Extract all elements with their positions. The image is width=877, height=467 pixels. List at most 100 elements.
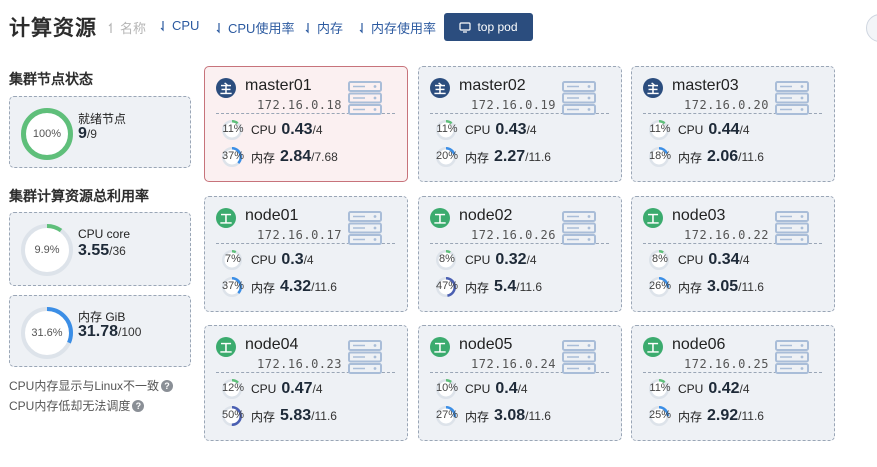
help-icon[interactable]: ? xyxy=(132,399,145,412)
memory-total: /11.6 xyxy=(525,409,551,423)
help-icon[interactable]: ? xyxy=(161,379,174,392)
memory-usage-ring: 37% xyxy=(221,146,245,168)
cpu-usage-pct: 12% xyxy=(221,382,245,394)
note-linux-mismatch[interactable]: CPU内存显示与Linux不一致 ? xyxy=(9,377,174,394)
sort-by-name-label: 名称 xyxy=(120,21,147,36)
sort-by-cpu-usage-label: CPU使用率 xyxy=(228,21,295,36)
sort-by-memory-usage-label: 内存使用率 xyxy=(371,21,437,36)
cpu-usage-pct: 11% xyxy=(649,123,671,135)
sort-by-cpu[interactable]: CPU xyxy=(160,18,199,33)
cpu-metric: 8% CPU 0.32/4 xyxy=(435,249,537,271)
memory-total: /11.6 xyxy=(311,409,337,423)
node-name[interactable]: node04 xyxy=(245,336,298,354)
memory-usage-pct: 47% xyxy=(435,280,459,292)
memory-label: 内存 xyxy=(251,150,276,165)
monitor-icon xyxy=(459,21,472,33)
sort-by-memory-label: 内存 xyxy=(317,21,344,36)
memory-total: /11.6 xyxy=(738,409,764,423)
node-card-master03[interactable]: 主 master03 172.16.0.20 11% CPU 0.44/4 18% 内存 2.0… xyxy=(631,66,835,182)
note-cannot-schedule[interactable]: CPU内存低却无法调度 ? xyxy=(9,397,145,414)
memory-metric: 27% 内存 3.08/11.6 xyxy=(435,405,551,427)
server-icon xyxy=(348,81,382,115)
node-name[interactable]: node03 xyxy=(672,207,725,225)
cpu-used: 0.34 xyxy=(708,251,740,268)
cpu-usage-ring: 11% xyxy=(221,119,245,141)
cpu-usage-ring: 12% xyxy=(221,378,245,400)
cpu-total: /4 xyxy=(526,253,537,267)
cpu-usage-pct: 11% xyxy=(649,382,671,394)
memory-usage-ring: 20% xyxy=(435,146,459,168)
cpu-total: /4 xyxy=(739,123,750,137)
cpu-core-total: /36 xyxy=(109,244,126,258)
node-type-badge: 工 xyxy=(430,337,450,357)
memory-label: 内存 xyxy=(465,280,490,295)
memory-usage-ring: 27% xyxy=(435,405,459,427)
node-card-node05[interactable]: 工 node05 172.16.0.24 10% CPU 0.4/4 27% 内存 3.08/1… xyxy=(418,325,622,441)
cpu-total: /4 xyxy=(312,123,323,137)
cpu-total: /4 xyxy=(517,382,528,396)
sort-by-cpu-usage[interactable]: CPU使用率 xyxy=(216,18,294,37)
server-icon xyxy=(562,340,596,374)
sort-by-name[interactable]: 名称 xyxy=(108,18,146,37)
server-icon xyxy=(775,81,809,115)
cpu-total: /4 xyxy=(312,382,323,396)
server-icon xyxy=(562,81,596,115)
node-name[interactable]: node02 xyxy=(459,207,512,225)
cpu-metric: 11% CPU 0.42/4 xyxy=(648,378,750,400)
cpu-metric: 11% CPU 0.43/4 xyxy=(435,119,537,141)
cpu-usage-ring: 10% xyxy=(435,378,459,400)
cpu-usage-pct: 11% xyxy=(222,123,244,135)
memory-usage-ring: 50% xyxy=(221,405,245,427)
cpu-used: 0.3 xyxy=(281,251,304,268)
memory-label: 内存 xyxy=(465,150,490,165)
cpu-label: CPU xyxy=(251,253,277,267)
node-card-node04[interactable]: 工 node04 172.16.0.23 12% CPU 0.47/4 50% 内存 5.83/… xyxy=(204,325,408,441)
cpu-metric: 12% CPU 0.47/4 xyxy=(221,378,323,400)
node-type-badge: 主 xyxy=(216,78,236,98)
cpu-total: /4 xyxy=(739,253,750,267)
cpu-total: /4 xyxy=(526,123,537,137)
cpu-usage-pct: 11% xyxy=(436,123,458,135)
memory-metric: 26% 内存 3.05/11.6 xyxy=(648,276,764,298)
memory-total: /11.6 xyxy=(738,150,764,164)
node-name[interactable]: node01 xyxy=(245,207,298,225)
node-card-node03[interactable]: 工 node03 172.16.0.22 8% CPU 0.34/4 26% 内存 3.05/1… xyxy=(631,196,835,312)
cpu-used: 0.43 xyxy=(281,121,313,138)
memory-metric: 20% 内存 2.27/11.6 xyxy=(435,146,551,168)
memory-label: 内存 xyxy=(251,409,276,424)
top-pod-button[interactable]: top pod xyxy=(444,13,533,41)
note-cannot-schedule-text: CPU内存低却无法调度 xyxy=(9,399,131,413)
corner-toggle[interactable] xyxy=(866,14,877,42)
memory-total: /11.6 xyxy=(516,280,543,294)
node-card-node06[interactable]: 工 node06 172.16.0.25 11% CPU 0.42/4 25% 内存 2.92/… xyxy=(631,325,835,441)
sort-by-cpu-label: CPU xyxy=(172,18,200,33)
node-name[interactable]: master01 xyxy=(245,77,312,95)
memory-used: 2.27 xyxy=(494,148,526,165)
node-card-node02[interactable]: 工 node02 172.16.0.26 8% CPU 0.32/4 47% 内存 5.4/11… xyxy=(418,196,622,312)
server-icon xyxy=(562,211,596,245)
sort-by-memory-usage[interactable]: 内存使用率 xyxy=(359,18,436,37)
cpu-usage-ring: 8% xyxy=(435,249,459,271)
node-name[interactable]: node06 xyxy=(672,336,725,354)
node-card-master02[interactable]: 主 master02 172.16.0.19 11% CPU 0.43/4 20% 内存 2.2… xyxy=(418,66,622,182)
cpu-label: CPU xyxy=(678,253,704,267)
cpu-core-label: CPU core xyxy=(78,227,131,241)
cpu-label: CPU xyxy=(678,123,704,137)
node-name[interactable]: master02 xyxy=(459,77,526,95)
memory-usage-pct: 37% xyxy=(221,150,245,162)
node-name[interactable]: master03 xyxy=(672,77,739,95)
node-type-badge: 工 xyxy=(216,208,236,228)
cpu-usage-ring: 8% xyxy=(648,249,672,271)
node-card-master01[interactable]: 主 master01 172.16.0.18 11% CPU 0.43/4 37% 内存 2.8… xyxy=(204,66,408,182)
sort-by-memory[interactable]: 内存 xyxy=(305,18,343,37)
node-ip: 172.16.0.18 xyxy=(257,98,342,112)
memory-label: 内存 xyxy=(678,409,703,424)
node-name[interactable]: node05 xyxy=(459,336,512,354)
memory-usage-ring: 18% xyxy=(648,146,672,168)
cpu-core-box: 9.9% CPU core 3.55/36 xyxy=(9,212,191,286)
node-card-node01[interactable]: 工 node01 172.16.0.17 7% CPU 0.3/4 37% 内存 4.32/11… xyxy=(204,196,408,312)
node-ip: 172.16.0.23 xyxy=(257,357,342,371)
cpu-core-pct: 9.9% xyxy=(34,244,60,256)
cpu-usage-ring: 7% xyxy=(221,249,245,271)
sort-down-icon xyxy=(359,22,363,33)
